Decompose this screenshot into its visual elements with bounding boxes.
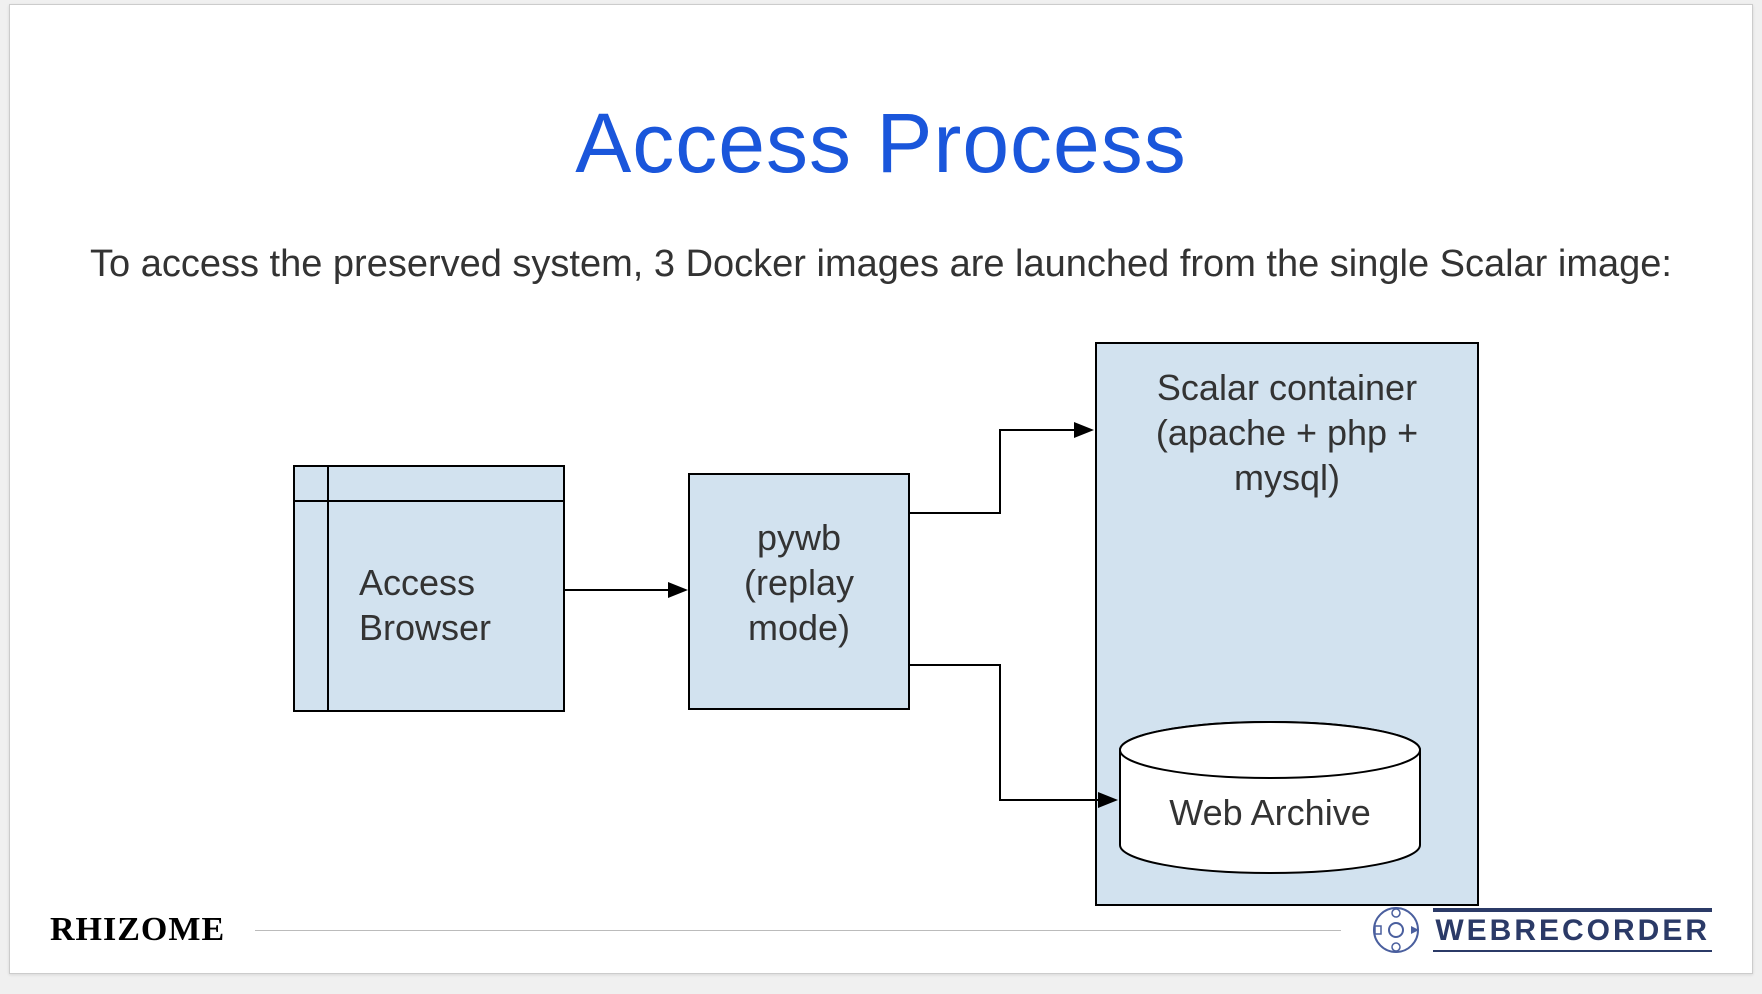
footer-right-text: WEBRECORDER	[1433, 908, 1712, 953]
scalar-label-2: (apache + php +	[1156, 412, 1418, 453]
scalar-label-3: mysql)	[1234, 457, 1340, 498]
footer-divider	[255, 930, 1341, 931]
footer-right-brand: WEBRECORDER	[1371, 905, 1712, 955]
webrecorder-icon	[1371, 905, 1421, 955]
scalar-label-1: Scalar container	[1157, 367, 1417, 408]
pywb-label-1: pywb	[757, 517, 841, 558]
pywb-box: pywb (replay mode)	[689, 474, 909, 709]
web-archive-cylinder: Web Archive	[1120, 722, 1420, 873]
access-browser-label-1: Access	[359, 562, 475, 603]
footer-left-brand: RHIZOME	[50, 911, 225, 949]
slide-footer: RHIZOME WEBRECORDER	[50, 905, 1712, 955]
architecture-diagram: Access Browser pywb (replay mode) Scalar…	[10, 5, 1752, 973]
arrow-pywb-to-scalar	[909, 430, 1090, 513]
pywb-label-3: mode)	[748, 607, 850, 648]
access-browser-label-2: Browser	[359, 607, 491, 648]
access-browser-box: Access Browser	[294, 466, 564, 711]
web-archive-label: Web Archive	[1169, 792, 1370, 833]
slide: Access Process To access the preserved s…	[9, 4, 1753, 974]
pywb-label-2: (replay	[744, 562, 854, 603]
arrow-pywb-to-archive	[909, 665, 1114, 800]
